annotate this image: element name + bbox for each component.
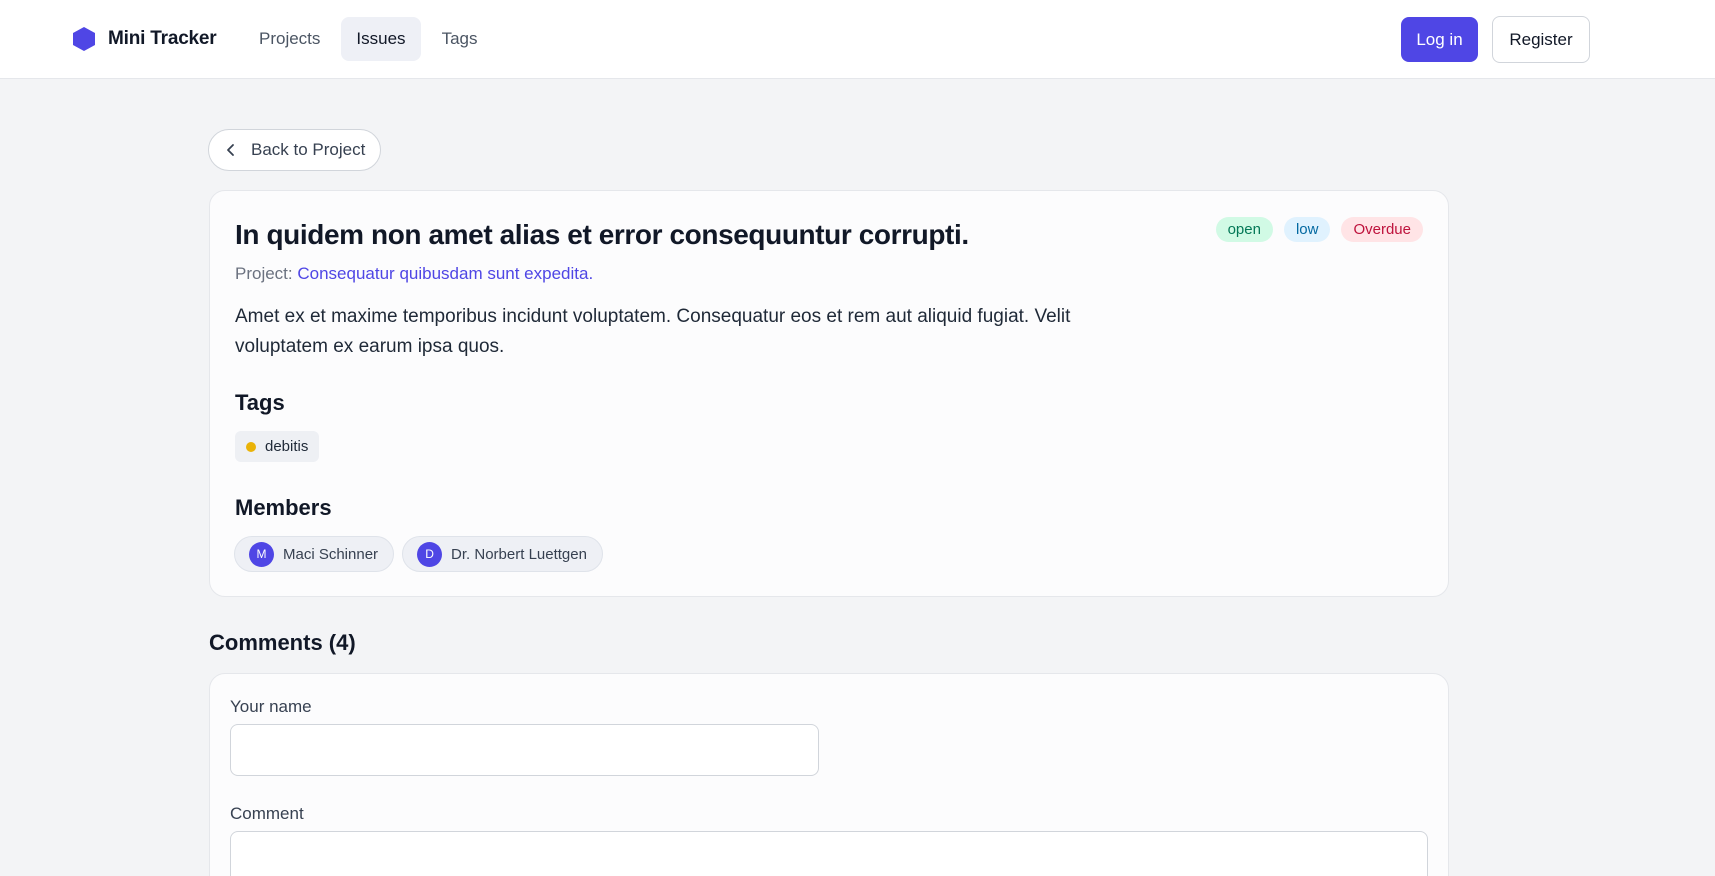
top-navbar: Mini Tracker Projects Issues Tags Log in… bbox=[0, 0, 1715, 79]
back-to-project-button[interactable]: Back to Project bbox=[208, 129, 382, 171]
priority-badge: low bbox=[1283, 217, 1331, 242]
avatar: M bbox=[249, 541, 274, 567]
project-link[interactable]: Consequatur quibusdam sunt expedita. bbox=[297, 264, 593, 283]
name-label: Your name bbox=[230, 697, 312, 716]
issue-badges: open low Overdue bbox=[1215, 217, 1423, 242]
login-button[interactable]: Log in bbox=[1401, 17, 1478, 62]
tags-heading: Tags bbox=[235, 390, 285, 415]
nav-tags[interactable]: Tags bbox=[427, 17, 493, 61]
comment-form: Your name Comment bbox=[209, 673, 1449, 876]
comment-label: Comment bbox=[230, 804, 304, 823]
brand[interactable]: Mini Tracker bbox=[72, 26, 217, 52]
member-name: Maci Schinner bbox=[283, 545, 379, 563]
nav-issues[interactable]: Issues bbox=[341, 17, 421, 61]
brand-name: Mini Tracker bbox=[108, 28, 217, 49]
members-list: M Maci Schinner D Dr. Norbert Luettgen bbox=[234, 536, 603, 572]
member-name: Dr. Norbert Luettgen bbox=[451, 545, 587, 563]
register-button[interactable]: Register bbox=[1492, 16, 1590, 63]
members-heading: Members bbox=[235, 495, 332, 520]
issue-description: Amet ex et maxime temporibus incidunt vo… bbox=[235, 306, 1071, 357]
member-chip[interactable]: D Dr. Norbert Luettgen bbox=[402, 536, 603, 572]
overdue-badge: Overdue bbox=[1341, 217, 1423, 242]
hexagon-logo-icon bbox=[73, 27, 95, 51]
main-nav: Projects Issues Tags bbox=[244, 17, 492, 61]
tag-chip[interactable]: debitis bbox=[235, 431, 320, 462]
chevron-left-icon bbox=[227, 144, 234, 156]
comments-heading: Comments (4) bbox=[209, 630, 356, 655]
nav-projects[interactable]: Projects bbox=[244, 17, 335, 61]
issue-title: In quidem non amet alias et error conseq… bbox=[235, 219, 969, 250]
tag-color-dot bbox=[246, 441, 256, 452]
project-prefix: Project: bbox=[235, 264, 293, 283]
issue-card: In quidem non amet alias et error conseq… bbox=[209, 190, 1449, 597]
status-badge: open bbox=[1215, 217, 1273, 242]
comment-textarea[interactable] bbox=[230, 831, 1428, 876]
name-input[interactable] bbox=[230, 724, 819, 776]
member-chip[interactable]: M Maci Schinner bbox=[234, 536, 395, 572]
back-label: Back to Project bbox=[251, 140, 366, 159]
avatar: D bbox=[417, 541, 443, 567]
project-line: Project: Consequatur quibusdam sunt expe… bbox=[235, 264, 593, 284]
tag-name: debitis bbox=[265, 438, 309, 455]
